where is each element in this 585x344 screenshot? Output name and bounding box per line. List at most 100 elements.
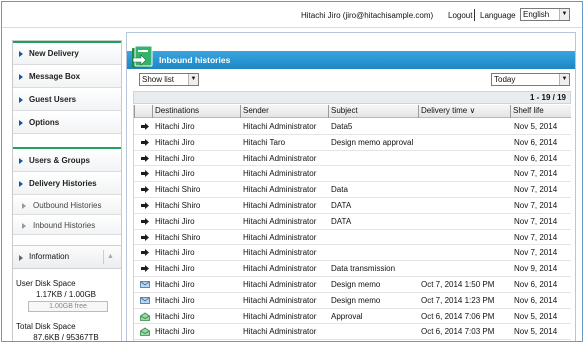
table-row[interactable]: Hitachi Jiro Hitachi Administrator DATA Nov… xyxy=(134,214,571,230)
sender-cell: Hitachi Administrator xyxy=(243,264,317,274)
sidebar-item-label: Guest Users xyxy=(29,95,77,104)
table-row[interactable]: Hitachi Shiro Hitachi Administrator DATA No… xyxy=(134,198,571,214)
destination-cell: Hitachi Jiro xyxy=(155,169,195,179)
destination-cell: Hitachi Jiro xyxy=(155,280,195,289)
table-row[interactable]: Hitachi JiroHitachi AdministratorOct 6, … xyxy=(134,340,571,341)
sender-cell: Hitachi Taro xyxy=(243,137,286,147)
shelf-life-cell: Nov 7, 2014 xyxy=(514,185,558,195)
mail-icon xyxy=(140,280,150,289)
open-mail-icon xyxy=(140,312,150,321)
chevron-down-icon: ▼ xyxy=(559,74,569,85)
period-value: Today xyxy=(494,75,516,84)
sidebar-item-users-groups[interactable]: Users & Groups xyxy=(13,150,121,172)
sender-cell: Hitachi Administrator xyxy=(243,295,317,305)
table-row[interactable]: Hitachi Shiro Hitachi Administrator Data No… xyxy=(134,182,571,198)
table-row[interactable]: Hitachi Jiro Hitachi Administrator Data5 No… xyxy=(134,119,571,135)
triangle-icon xyxy=(19,51,23,57)
sidebar-item-label: New Delivery xyxy=(29,49,79,58)
sender-cell: Hitachi Administrator xyxy=(243,232,317,242)
shelf-life-cell: Nov 6, 2014 xyxy=(514,153,558,163)
destination-cell: Hitachi Shiro xyxy=(155,201,201,210)
delivery-time-cell: Oct 6, 2014 7:03 PM xyxy=(421,327,495,337)
shelf-life-cell: Nov 7, 2014 xyxy=(514,248,558,258)
language-select[interactable]: English ▼ xyxy=(520,8,570,21)
destination-cell: Hitachi Jiro xyxy=(155,122,195,131)
chevron-down-icon: ▼ xyxy=(188,74,198,85)
destination-cell: Hitachi Jiro xyxy=(155,264,195,274)
language-label: Language xyxy=(480,11,516,20)
sidebar-item-inbound-histories[interactable]: Inbound Histories xyxy=(13,216,121,235)
destination-cell: Hitachi Shiro xyxy=(155,232,201,242)
sender-cell: Hitachi Administrator xyxy=(243,311,317,321)
mail-icon xyxy=(140,296,150,305)
table-row[interactable]: Hitachi Jiro Hitachi Administrator Nov 7, … xyxy=(134,245,571,262)
table-row[interactable]: Hitachi Jiro Hitachi Administrator Approva… xyxy=(134,309,571,325)
sidebar-item-options[interactable]: Options xyxy=(13,112,121,134)
table-row[interactable]: Hitachi Shiro Hitachi Administrator Nov 7,… xyxy=(134,229,571,246)
subject-cell: DATA xyxy=(331,216,352,226)
destination-cell: Hitachi Jiro xyxy=(155,153,195,163)
arrow-icon xyxy=(140,233,150,242)
result-count: 1 - 19 / 19 xyxy=(529,93,566,102)
sidebar-item-message-box[interactable]: Message Box xyxy=(13,66,121,88)
arrow-icon xyxy=(140,169,150,178)
divider xyxy=(474,9,475,21)
table-header: Destinations Sender Subject Delivery tim… xyxy=(134,105,571,118)
destination-cell: Hitachi Jiro xyxy=(155,295,195,305)
sender-cell: Hitachi Administrator xyxy=(243,201,317,210)
collapse-up-icon[interactable]: ▲ xyxy=(103,250,117,264)
panel-header: Inbound histories xyxy=(127,51,575,69)
total-disk-value: 87.6KB / 95367TB xyxy=(33,333,99,342)
chevron-down-icon: ▼ xyxy=(559,9,569,20)
arrow-icon xyxy=(140,201,150,210)
triangle-icon xyxy=(19,74,23,80)
column-header-subject[interactable]: Subject xyxy=(328,105,418,118)
sidebar-item-outbound-histories[interactable]: Outbound Histories xyxy=(13,196,121,215)
sidebar-item-label: Delivery Histories xyxy=(29,179,97,188)
sender-cell: Hitachi Administrator xyxy=(243,216,317,226)
language-value: English xyxy=(523,10,550,19)
sender-cell: Hitachi Administrator xyxy=(243,248,317,258)
arrow-icon xyxy=(140,185,150,194)
table-row[interactable]: Hitachi Jiro Hitachi Administrator Design … xyxy=(134,277,571,293)
table-row[interactable]: Hitachi Jiro Hitachi Administrator Nov 7, … xyxy=(134,166,571,183)
triangle-icon xyxy=(19,158,23,164)
show-list-select[interactable]: Show list ▼ xyxy=(139,73,199,86)
shelf-life-cell: Nov 6, 2014 xyxy=(514,280,558,289)
subject-cell: Design memo approval xyxy=(331,137,414,147)
information-header[interactable]: Information ▲ xyxy=(13,245,121,269)
shelf-life-cell: Nov 7, 2014 xyxy=(514,169,558,179)
sidebar-accent xyxy=(13,147,121,149)
sender-cell: Hitachi Administrator xyxy=(243,327,317,337)
sidebar-item-guest-users[interactable]: Guest Users xyxy=(13,89,121,111)
shelf-life-cell: Nov 6, 2014 xyxy=(514,137,558,147)
arrow-icon xyxy=(140,264,150,273)
logout-link[interactable]: Logout xyxy=(448,11,472,20)
destination-cell: Hitachi Jiro xyxy=(155,137,195,147)
destination-cell: Hitachi Jiro xyxy=(155,248,195,258)
table-row[interactable]: Hitachi Jiro Hitachi Administrator Design … xyxy=(134,292,571,309)
shelf-life-cell: Nov 7, 2014 xyxy=(514,216,558,226)
subject-cell: Design memo xyxy=(331,280,381,289)
delivery-time-cell: Oct 6, 2014 7:06 PM xyxy=(421,311,495,321)
user-disk-value: 1.17KB / 1.00GB xyxy=(35,290,97,299)
column-header-destinations[interactable]: Destinations xyxy=(152,105,240,118)
main-panel: Inbound histories Show list ▼ Today ▼ 1 … xyxy=(126,32,576,341)
top-bar: Hitachi Jiro (jiro@hitachisample.com) Lo… xyxy=(2,2,582,28)
shelf-life-cell: Nov 5, 2014 xyxy=(514,311,558,321)
column-header-delivery-time[interactable]: Delivery time ∨ xyxy=(418,105,510,118)
column-header-sender[interactable]: Sender xyxy=(240,105,328,118)
table-row[interactable]: Hitachi Jiro Hitachi Administrator Data tr… xyxy=(134,261,571,277)
shelf-life-cell: Nov 7, 2014 xyxy=(514,232,558,242)
triangle-icon xyxy=(19,120,23,126)
sender-cell: Hitachi Administrator xyxy=(243,169,317,179)
arrow-icon xyxy=(140,248,150,257)
table-row[interactable]: Hitachi Jiro Hitachi Taro Design memo appr… xyxy=(134,134,571,151)
column-header-shelf-life[interactable]: Shelf life xyxy=(510,105,571,118)
shelf-life-cell: Nov 6, 2014 xyxy=(514,295,558,305)
table-row[interactable]: Hitachi Jiro Hitachi Administrator Nov 6, … xyxy=(134,151,571,167)
sidebar-item-new-delivery[interactable]: New Delivery xyxy=(13,43,121,65)
table-row[interactable]: Hitachi JiroHitachi AdministratorOct 6, … xyxy=(134,324,571,341)
sidebar-item-delivery-histories[interactable]: Delivery Histories xyxy=(13,173,121,195)
period-select[interactable]: Today ▼ xyxy=(491,73,570,86)
